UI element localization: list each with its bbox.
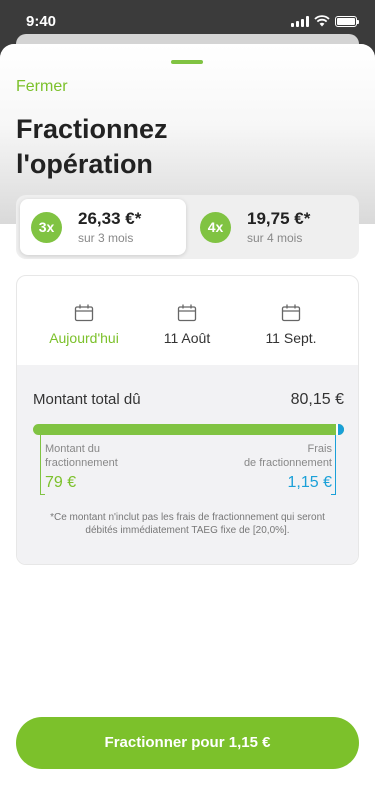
calendar-icon (281, 304, 301, 322)
option-duration: sur 3 mois (78, 231, 134, 245)
bottom-sheet: Fermer Fractionnez l'opération 3x 26,33 … (0, 44, 375, 812)
page-title: Fractionnez l'opération (16, 112, 316, 182)
status-time: 9:40 (26, 13, 57, 30)
date-label: 11 Sept. (265, 330, 317, 346)
option-amount: 26,33 €* (78, 209, 142, 228)
wifi-icon (314, 15, 330, 27)
title-line-1: Fractionnez (16, 114, 168, 144)
option-4x[interactable]: 4x 19,75 €* sur 4 mois (189, 199, 355, 255)
date-august: 11 Août (132, 304, 242, 346)
drag-handle[interactable] (171, 60, 203, 64)
status-icons (291, 15, 359, 27)
schedule-card: Aujourd'hui 11 Août 11 Sept. Montant tot… (16, 275, 359, 565)
amount-breakdown-bar (33, 424, 344, 435)
fees-value: 1,15 € (287, 474, 332, 491)
calendar-icon (74, 304, 94, 322)
fractionnement-label: Montant du fractionnement (45, 443, 118, 469)
signal-icon (291, 15, 309, 27)
option-badge: 4x (200, 212, 231, 243)
total-value: 80,15 € (290, 391, 344, 408)
battery-icon (335, 15, 359, 27)
date-label: Aujourd'hui (49, 330, 119, 346)
fractionnement-value: 79 € (45, 474, 77, 491)
fees-disclaimer: *Ce montant n'inclut pas les frais de fr… (50, 512, 325, 536)
date-label: 11 Août (163, 330, 211, 346)
fractionner-button[interactable]: Fractionner pour 1,15 € (16, 717, 359, 769)
total-label: Montant total dû (33, 391, 141, 408)
calendar-icon (177, 304, 197, 322)
date-today: Aujourd'hui (29, 304, 139, 346)
option-badge: 3x (31, 212, 62, 243)
option-3x[interactable]: 3x 26,33 €* sur 3 mois (20, 199, 186, 255)
fees-bar-segment (336, 424, 344, 435)
amount-details: Montant total dû 80,15 € Montant du frac… (17, 365, 358, 564)
date-september: 11 Sept. (236, 304, 346, 346)
fees-label: Frais de fractionnement (243, 443, 332, 469)
schedule-dates: Aujourd'hui 11 Août 11 Sept. (17, 276, 358, 364)
close-link[interactable]: Fermer (16, 78, 68, 96)
title-line-2: l'opération (16, 149, 153, 179)
installment-selector: 3x 26,33 €* sur 3 mois 4x 19,75 €* sur 4… (16, 195, 359, 259)
option-duration: sur 4 mois (247, 231, 303, 245)
option-amount: 19,75 €* (247, 209, 311, 228)
